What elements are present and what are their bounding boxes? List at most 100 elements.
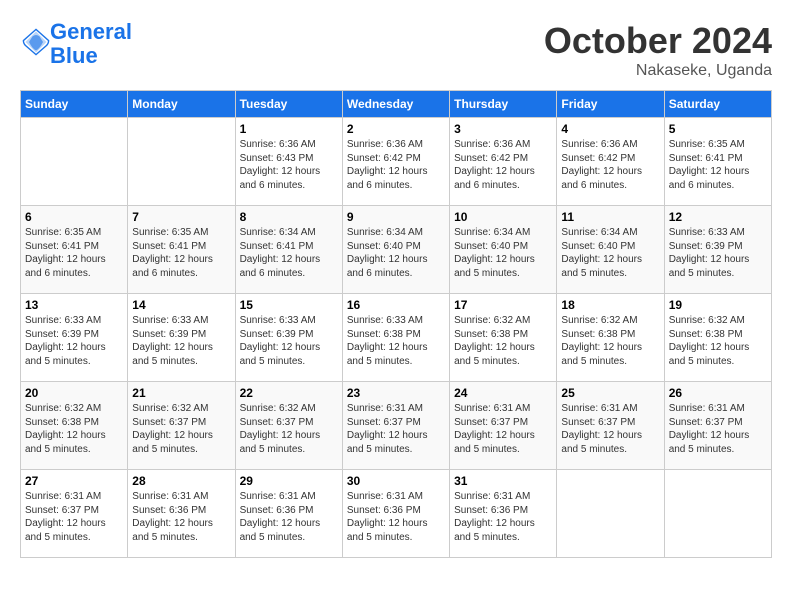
day-number: 12	[669, 210, 767, 224]
day-info: Sunrise: 6:36 AM Sunset: 6:42 PM Dayligh…	[454, 138, 552, 192]
day-number: 3	[454, 122, 552, 136]
day-number: 18	[561, 298, 659, 312]
header-day-sunday: Sunday	[21, 91, 128, 118]
day-info: Sunrise: 6:35 AM Sunset: 6:41 PM Dayligh…	[132, 226, 230, 280]
day-info: Sunrise: 6:31 AM Sunset: 6:36 PM Dayligh…	[240, 490, 338, 544]
calendar-cell: 10Sunrise: 6:34 AM Sunset: 6:40 PM Dayli…	[450, 206, 557, 294]
day-number: 27	[25, 474, 123, 488]
day-number: 26	[669, 386, 767, 400]
day-info: Sunrise: 6:33 AM Sunset: 6:39 PM Dayligh…	[25, 314, 123, 368]
calendar-cell: 19 Sunrise: 6:32 AM Sunset: 6:38 PM Dayli…	[664, 294, 771, 382]
day-number: 22	[240, 386, 338, 400]
day-info: Sunrise: 6:34 AM Sunset: 6:40 PM Dayligh…	[561, 226, 659, 280]
calendar-cell: 5Sunrise: 6:35 AM Sunset: 6:41 PM Daylig…	[664, 118, 771, 206]
day-info: Sunrise: 6:36 AM Sunset: 6:42 PM Dayligh…	[561, 138, 659, 192]
calendar-cell: 1Sunrise: 6:36 AM Sunset: 6:43 PM Daylig…	[235, 118, 342, 206]
page-header: General Blue October 2024 Nakaseke, Ugan…	[20, 20, 772, 80]
day-info: Sunrise: 6:32 AM Sunset: 6:37 PM Dayligh…	[240, 402, 338, 456]
calendar-cell	[664, 470, 771, 558]
day-number: 16	[347, 298, 445, 312]
logo: General Blue	[20, 20, 132, 68]
logo-text: General Blue	[50, 20, 132, 68]
day-info: Sunrise: 6:31 AM Sunset: 6:36 PM Dayligh…	[454, 490, 552, 544]
day-number: 20	[25, 386, 123, 400]
day-number: 14	[132, 298, 230, 312]
day-number: 31	[454, 474, 552, 488]
day-number: 15	[240, 298, 338, 312]
day-info: Sunrise: 6:33 AM Sunset: 6:39 PM Dayligh…	[132, 314, 230, 368]
day-number: 29	[240, 474, 338, 488]
day-info: Sunrise: 6:36 AM Sunset: 6:43 PM Dayligh…	[240, 138, 338, 192]
calendar-cell: 6 Sunrise: 6:35 AM Sunset: 6:41 PM Daylig…	[21, 206, 128, 294]
day-info: Sunrise: 6:31 AM Sunset: 6:36 PM Dayligh…	[132, 490, 230, 544]
day-info: Sunrise: 6:32 AM Sunset: 6:38 PM Dayligh…	[669, 314, 767, 368]
day-info: Sunrise: 6:34 AM Sunset: 6:40 PM Dayligh…	[347, 226, 445, 280]
calendar-cell: 28 Sunrise: 6:31 AM Sunset: 6:36 PM Dayli…	[128, 470, 235, 558]
calendar-cell: 17 Sunrise: 6:32 AM Sunset: 6:38 PM Dayli…	[450, 294, 557, 382]
calendar-cell: 23Sunrise: 6:31 AM Sunset: 6:37 PM Dayli…	[342, 382, 449, 470]
header-day-wednesday: Wednesday	[342, 91, 449, 118]
calendar-header-row: SundayMondayTuesdayWednesdayThursdayFrid…	[21, 91, 772, 118]
day-number: 19	[669, 298, 767, 312]
day-number: 6	[25, 210, 123, 224]
day-number: 23	[347, 386, 445, 400]
day-info: Sunrise: 6:32 AM Sunset: 6:38 PM Dayligh…	[454, 314, 552, 368]
calendar-cell: 14 Sunrise: 6:33 AM Sunset: 6:39 PM Dayli…	[128, 294, 235, 382]
calendar-week-3: 13 Sunrise: 6:33 AM Sunset: 6:39 PM Dayli…	[21, 294, 772, 382]
day-info: Sunrise: 6:33 AM Sunset: 6:38 PM Dayligh…	[347, 314, 445, 368]
day-info: Sunrise: 6:31 AM Sunset: 6:37 PM Dayligh…	[669, 402, 767, 456]
day-info: Sunrise: 6:34 AM Sunset: 6:40 PM Dayligh…	[454, 226, 552, 280]
logo-icon	[22, 28, 50, 56]
day-info: Sunrise: 6:32 AM Sunset: 6:38 PM Dayligh…	[561, 314, 659, 368]
calendar-cell	[557, 470, 664, 558]
calendar-cell: 12 Sunrise: 6:33 AM Sunset: 6:39 PM Dayli…	[664, 206, 771, 294]
day-info: Sunrise: 6:31 AM Sunset: 6:37 PM Dayligh…	[25, 490, 123, 544]
day-number: 9	[347, 210, 445, 224]
calendar-week-2: 6 Sunrise: 6:35 AM Sunset: 6:41 PM Daylig…	[21, 206, 772, 294]
calendar-cell: 8 Sunrise: 6:34 AM Sunset: 6:41 PM Daylig…	[235, 206, 342, 294]
day-number: 17	[454, 298, 552, 312]
day-number: 4	[561, 122, 659, 136]
calendar-cell: 2 Sunrise: 6:36 AM Sunset: 6:42 PM Daylig…	[342, 118, 449, 206]
calendar-cell: 24Sunrise: 6:31 AM Sunset: 6:37 PM Dayli…	[450, 382, 557, 470]
day-info: Sunrise: 6:32 AM Sunset: 6:37 PM Dayligh…	[132, 402, 230, 456]
day-number: 28	[132, 474, 230, 488]
day-info: Sunrise: 6:32 AM Sunset: 6:38 PM Dayligh…	[25, 402, 123, 456]
calendar-cell: 15Sunrise: 6:33 AM Sunset: 6:39 PM Dayli…	[235, 294, 342, 382]
calendar-cell: 13 Sunrise: 6:33 AM Sunset: 6:39 PM Dayli…	[21, 294, 128, 382]
calendar-cell: 27 Sunrise: 6:31 AM Sunset: 6:37 PM Dayli…	[21, 470, 128, 558]
calendar-cell: 25Sunrise: 6:31 AM Sunset: 6:37 PM Dayli…	[557, 382, 664, 470]
calendar-cell: 3 Sunrise: 6:36 AM Sunset: 6:42 PM Daylig…	[450, 118, 557, 206]
day-number: 24	[454, 386, 552, 400]
header-day-friday: Friday	[557, 91, 664, 118]
day-number: 2	[347, 122, 445, 136]
calendar-week-5: 27 Sunrise: 6:31 AM Sunset: 6:37 PM Dayli…	[21, 470, 772, 558]
header-day-thursday: Thursday	[450, 91, 557, 118]
calendar-cell	[128, 118, 235, 206]
calendar-cell: 18 Sunrise: 6:32 AM Sunset: 6:38 PM Dayli…	[557, 294, 664, 382]
calendar-cell: 20 Sunrise: 6:32 AM Sunset: 6:38 PM Dayli…	[21, 382, 128, 470]
day-number: 30	[347, 474, 445, 488]
day-number: 21	[132, 386, 230, 400]
calendar-cell: 9 Sunrise: 6:34 AM Sunset: 6:40 PM Daylig…	[342, 206, 449, 294]
day-info: Sunrise: 6:31 AM Sunset: 6:37 PM Dayligh…	[561, 402, 659, 456]
calendar-cell: 11Sunrise: 6:34 AM Sunset: 6:40 PM Dayli…	[557, 206, 664, 294]
title-block: October 2024 Nakaseke, Uganda	[544, 20, 772, 80]
calendar-cell: 22 Sunrise: 6:32 AM Sunset: 6:37 PM Dayli…	[235, 382, 342, 470]
day-info: Sunrise: 6:35 AM Sunset: 6:41 PM Dayligh…	[25, 226, 123, 280]
day-info: Sunrise: 6:36 AM Sunset: 6:42 PM Dayligh…	[347, 138, 445, 192]
day-info: Sunrise: 6:33 AM Sunset: 6:39 PM Dayligh…	[669, 226, 767, 280]
month-title: October 2024	[544, 20, 772, 62]
calendar-cell: 7 Sunrise: 6:35 AM Sunset: 6:41 PM Daylig…	[128, 206, 235, 294]
day-number: 7	[132, 210, 230, 224]
calendar-week-4: 20 Sunrise: 6:32 AM Sunset: 6:38 PM Dayli…	[21, 382, 772, 470]
day-number: 13	[25, 298, 123, 312]
day-number: 8	[240, 210, 338, 224]
calendar-cell	[21, 118, 128, 206]
header-day-saturday: Saturday	[664, 91, 771, 118]
day-info: Sunrise: 6:34 AM Sunset: 6:41 PM Dayligh…	[240, 226, 338, 280]
calendar-cell: 29 Sunrise: 6:31 AM Sunset: 6:36 PM Dayli…	[235, 470, 342, 558]
header-day-monday: Monday	[128, 91, 235, 118]
day-info: Sunrise: 6:31 AM Sunset: 6:36 PM Dayligh…	[347, 490, 445, 544]
calendar-week-1: 1Sunrise: 6:36 AM Sunset: 6:43 PM Daylig…	[21, 118, 772, 206]
